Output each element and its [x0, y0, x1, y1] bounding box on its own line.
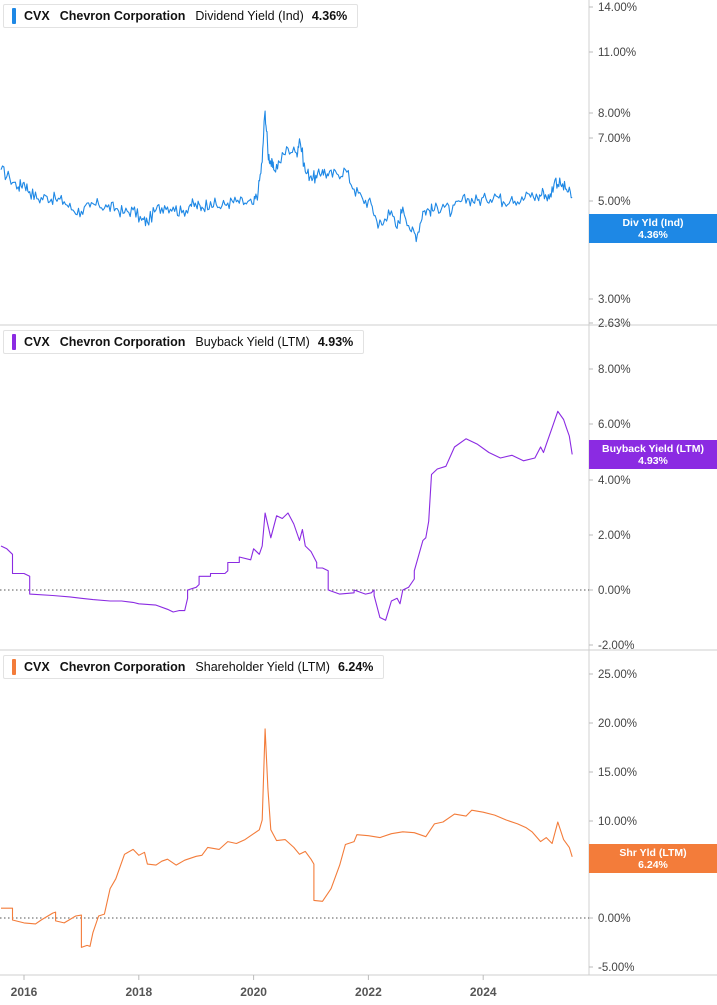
value-flag-buyback-yield: Buyback Yield (LTM) 4.93%	[589, 440, 717, 469]
series-line-2	[0, 410, 573, 621]
legend-metric: Shareholder Yield (LTM)	[195, 660, 330, 674]
legend-company: Chevron Corporation	[59, 9, 186, 23]
legend-value: 4.36%	[311, 9, 348, 23]
legend-ticker: CVX	[24, 660, 50, 674]
series-line-3	[1, 728, 573, 948]
legend-value: 4.93%	[317, 335, 354, 349]
legend-metric: Dividend Yield (Ind)	[195, 9, 304, 23]
x-tick-label: 2020	[240, 985, 267, 999]
flag-value: 4.93%	[638, 454, 668, 467]
y-tick-label: 4.00%	[598, 475, 631, 487]
series-line-1	[0, 110, 573, 243]
flag-value: 4.36%	[638, 228, 668, 241]
y-tick-label: 0.00%	[598, 585, 631, 597]
y-tick-label: 11.00%	[598, 47, 636, 59]
legend-company: Chevron Corporation	[59, 335, 186, 349]
y-tick-label: 6.00%	[598, 419, 631, 431]
series-color-swatch	[12, 8, 16, 24]
y-tick-label: 25.00%	[598, 669, 637, 681]
y-tick-label: 8.00%	[598, 108, 631, 120]
x-tick-label: 2022	[355, 985, 382, 999]
y-tick-label: 0.00%	[598, 913, 631, 925]
y-tick-label: 10.00%	[598, 816, 637, 828]
legend-shareholder-yield[interactable]: CVX Chevron Corporation Shareholder Yiel…	[3, 655, 385, 679]
y-tick-label: 14.00%	[598, 2, 637, 14]
flag-value: 6.24%	[638, 858, 668, 871]
flag-label: Buyback Yield (LTM)	[602, 442, 704, 455]
y-tick-label: -5.00%	[598, 962, 634, 974]
legend-value: 6.24%	[337, 660, 374, 674]
series-color-swatch	[12, 659, 16, 675]
legend-ticker: CVX	[24, 9, 50, 23]
value-flag-dividend-yield: Div Yld (Ind) 4.36%	[589, 214, 717, 243]
y-tick-label: -2.00%	[598, 640, 634, 652]
panel-dividers	[0, 0, 717, 976]
y-tick-label: 7.00%	[598, 133, 631, 145]
legend-dividend-yield[interactable]: CVX Chevron Corporation Dividend Yield (…	[3, 4, 359, 28]
x-tick-label: 2016	[11, 985, 38, 999]
y-tick-label: 15.00%	[598, 767, 637, 779]
y-tick-label: 8.00%	[598, 364, 631, 376]
y-tick-label: 2.00%	[598, 530, 631, 542]
y-tick-label: 2.63%	[598, 318, 631, 330]
x-tick-label: 2018	[125, 985, 152, 999]
legend-company: Chevron Corporation	[59, 660, 186, 674]
flag-label: Shr Yld (LTM)	[619, 846, 687, 859]
value-flag-shareholder-yield: Shr Yld (LTM) 6.24%	[589, 844, 717, 873]
legend-metric: Buyback Yield (LTM)	[195, 335, 310, 349]
series-color-swatch	[12, 334, 16, 350]
y-tick-label: 5.00%	[598, 196, 631, 208]
y-tick-label: 20.00%	[598, 718, 637, 730]
x-tick-label: 2024	[470, 985, 497, 999]
flag-label: Div Yld (Ind)	[622, 216, 684, 229]
legend-buyback-yield[interactable]: CVX Chevron Corporation Buyback Yield (L…	[3, 330, 365, 354]
legend-ticker: CVX	[24, 335, 50, 349]
y-tick-label: 3.00%	[598, 294, 631, 306]
series-lines	[0, 110, 573, 948]
axis-ticks: 14.00% 11.00% 8.00% 7.00% 5.00% 3.00% 2.63% 8.0…	[11, 2, 637, 999]
